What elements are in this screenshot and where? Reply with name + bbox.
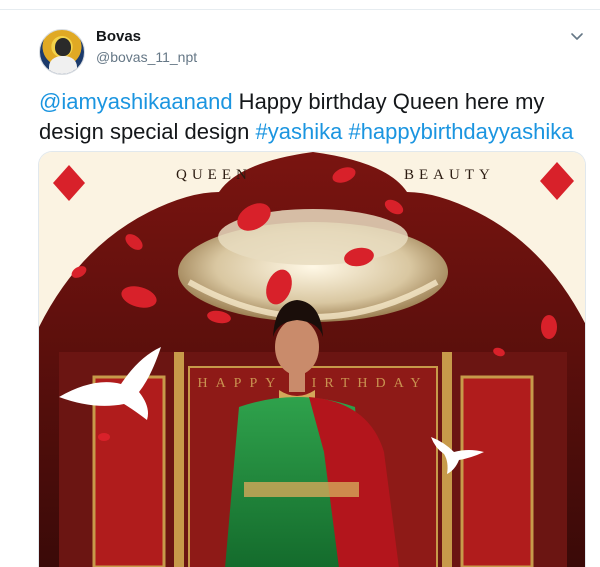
poster-banner-text: HAPPY BIRTHDAY — [197, 376, 428, 391]
chevron-down-icon — [571, 33, 583, 40]
tweet-text-part-2: design special design — [39, 119, 256, 144]
poster-pillar — [174, 352, 184, 567]
tweet-media-image[interactable]: QUEEN BEAUTY HAPPY BIRTHDAY — [38, 151, 586, 567]
tweet-text-part-1: Happy birthday Queen here my — [232, 89, 545, 114]
tweet-menu-button[interactable] — [568, 27, 586, 45]
poster-word-beauty: BEAUTY — [404, 167, 495, 183]
author-name[interactable]: Bovas — [96, 28, 141, 45]
hashtag-link-happybirthdayyashika[interactable]: #happybirthdayyashika — [348, 119, 573, 144]
poster-panel-right — [460, 375, 534, 567]
avatar[interactable] — [39, 29, 85, 75]
tweet-card[interactable]: Bovas @bovas_11_npt @iamyashikaanand Hap… — [0, 10, 600, 567]
poster-artwork: QUEEN BEAUTY HAPPY BIRTHDAY — [39, 152, 585, 567]
avatar-figure-head — [55, 38, 71, 56]
tweet-text: @iamyashikaanand Happy birthday Queen he… — [39, 87, 584, 147]
poster-word-queen: QUEEN — [176, 167, 252, 183]
avatar-figure-body — [49, 56, 77, 74]
mention-link[interactable]: @iamyashikaanand — [39, 89, 233, 114]
hashtag-link-yashika[interactable]: #yashika — [255, 119, 342, 144]
timeline-divider — [0, 0, 600, 10]
author-handle[interactable]: @bovas_11_npt — [96, 49, 197, 65]
